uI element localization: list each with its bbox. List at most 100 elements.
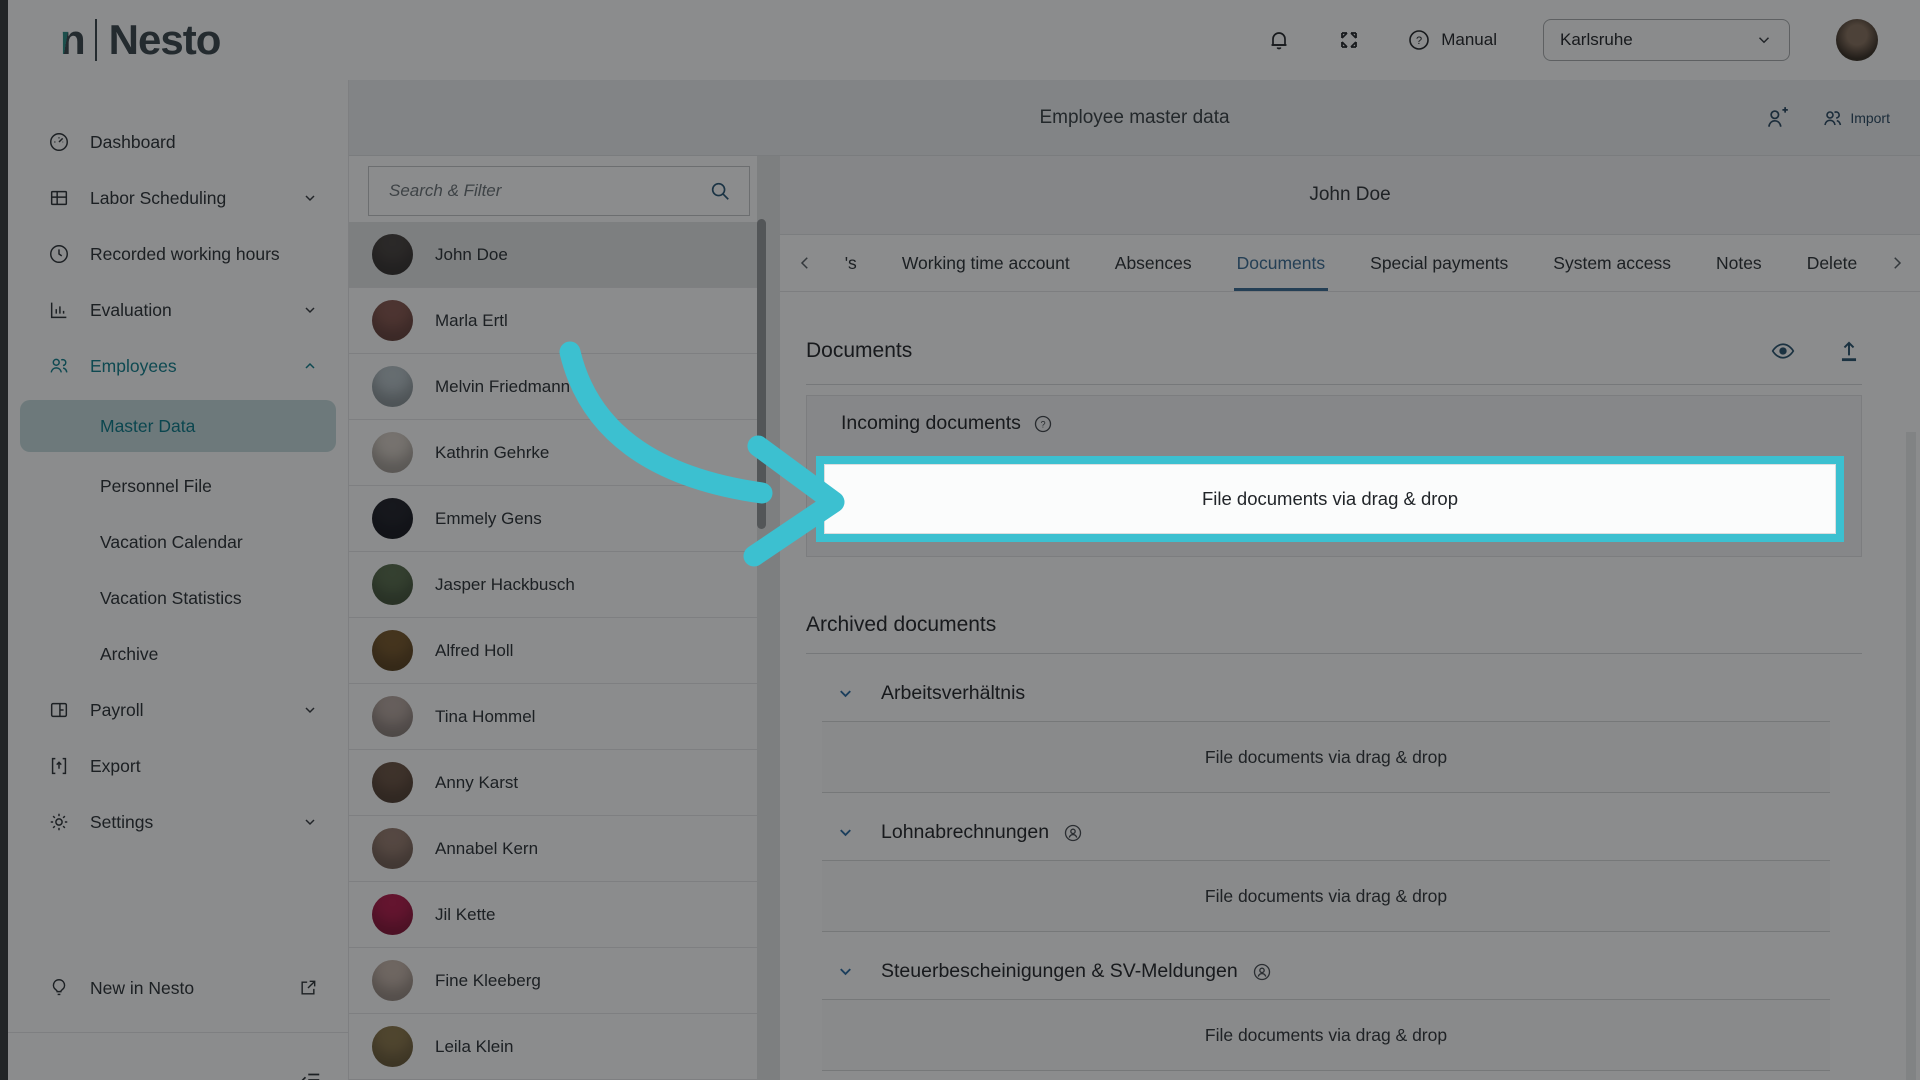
sidebar-item-new-in-nesto[interactable]: New in Nesto: [8, 966, 348, 1010]
employee-row[interactable]: Tina Hommel: [349, 684, 757, 750]
sidebar-item-master-data[interactable]: Master Data: [20, 400, 336, 452]
sidebar-item-personnel-file[interactable]: Personnel File: [8, 464, 348, 508]
tab-delete[interactable]: Delete: [1807, 235, 1858, 291]
employee-avatar: [372, 366, 413, 407]
employee-name: Fine Kleeberg: [435, 971, 541, 991]
employee-row[interactable]: John Doe: [349, 222, 757, 288]
employee-avatar: [372, 564, 413, 605]
sidebar-item-label: Payroll: [90, 700, 144, 721]
help-circle-icon[interactable]: ?: [1033, 414, 1053, 434]
chevron-down-icon[interactable]: [836, 823, 855, 842]
divider: [806, 384, 1862, 385]
employee-avatar: [372, 1026, 413, 1067]
sidebar-item-label: Evaluation: [90, 300, 172, 321]
chevron-down-icon: [302, 702, 318, 718]
clock-icon: [48, 243, 70, 265]
sidebar-subitem-label: Master Data: [100, 416, 195, 437]
tab-system-access[interactable]: System access: [1553, 235, 1671, 291]
main-scrollbar-track[interactable]: [1906, 432, 1916, 1080]
collapse-sidebar-icon[interactable]: [300, 1069, 322, 1080]
restricted-person-icon: [1063, 823, 1083, 843]
employee-name: Jasper Hackbusch: [435, 575, 575, 595]
manual-button[interactable]: ? Manual: [1407, 28, 1497, 52]
help-circle-icon: ?: [1407, 28, 1431, 52]
documents-header: Documents: [806, 338, 1862, 364]
bar-chart-icon: [48, 299, 70, 321]
employee-detail-panel: John Doe 's Working time account Absence…: [780, 156, 1920, 1080]
location-dropdown[interactable]: Karlsruhe: [1543, 19, 1790, 61]
sidebar-item-evaluation[interactable]: Evaluation: [8, 288, 348, 332]
employee-row[interactable]: Leila Klein: [349, 1014, 757, 1080]
visibility-eye-icon[interactable]: [1770, 338, 1796, 364]
employee-row[interactable]: Alfred Holl: [349, 618, 757, 684]
notifications-bell-icon[interactable]: [1267, 28, 1291, 52]
sidebar-item-settings[interactable]: Settings: [8, 800, 348, 844]
upload-icon[interactable]: [1836, 338, 1862, 364]
sidebar-item-label: Settings: [90, 812, 153, 833]
sidebar-item-vacation-statistics[interactable]: Vacation Statistics: [8, 576, 348, 620]
employee-avatar: [372, 894, 413, 935]
documents-heading: Documents: [806, 339, 912, 363]
tab-working-time-account[interactable]: Working time account: [902, 235, 1070, 291]
import-button[interactable]: Import: [1820, 106, 1890, 130]
dropzone-arbeitsverhaeltnis[interactable]: File documents via drag & drop: [822, 721, 1830, 793]
chevron-down-icon[interactable]: [836, 684, 855, 703]
employee-row[interactable]: Anny Karst: [349, 750, 757, 816]
sidebar-footer: [8, 1032, 348, 1080]
tab-truncated[interactable]: 's: [845, 235, 857, 291]
dropzone-steuerbescheinigungen[interactable]: File documents via drag & drop: [822, 999, 1830, 1071]
sidebar-item-export[interactable]: Export: [8, 744, 348, 788]
user-avatar[interactable]: [1836, 19, 1878, 61]
content-region: Employee master data Import: [349, 80, 1920, 1080]
sidebar-item-label: Recorded working hours: [90, 244, 280, 265]
employee-row[interactable]: Melvin Friedmann: [349, 354, 757, 420]
employee-row[interactable]: Kathrin Gehrke: [349, 420, 757, 486]
employee-detail-title-bar: John Doe: [780, 156, 1920, 235]
employee-avatar: [372, 696, 413, 737]
chevron-down-icon[interactable]: [836, 962, 855, 981]
employee-row[interactable]: Fine Kleeberg: [349, 948, 757, 1014]
employee-list-scrollbar[interactable]: [757, 219, 766, 529]
sidebar-item-archive[interactable]: Archive: [8, 632, 348, 676]
tab-notes[interactable]: Notes: [1716, 235, 1762, 291]
page-title-bar: Employee master data Import: [349, 80, 1920, 156]
employees-people-icon: [48, 355, 70, 377]
archived-documents-heading: Archived documents: [806, 613, 1862, 637]
logo-text: Nesto: [109, 16, 221, 64]
topbar-actions: ? Manual Karlsruhe: [1267, 19, 1878, 61]
employee-row[interactable]: Jasper Hackbusch: [349, 552, 757, 618]
fullscreen-icon[interactable]: [1337, 28, 1361, 52]
sidebar-item-vacation-calendar[interactable]: Vacation Calendar: [8, 520, 348, 564]
sidebar-item-dashboard[interactable]: Dashboard: [8, 120, 348, 164]
employee-row[interactable]: Marla Ertl: [349, 288, 757, 354]
sidebar-item-labor-scheduling[interactable]: Labor Scheduling: [8, 176, 348, 220]
employee-row[interactable]: Annabel Kern: [349, 816, 757, 882]
incoming-dropzone-label[interactable]: File documents via drag & drop: [824, 464, 1836, 534]
search-filter-box[interactable]: [368, 166, 750, 216]
search-icon[interactable]: [709, 180, 731, 202]
import-label: Import: [1850, 110, 1890, 126]
dropzone-lohnabrechnungen[interactable]: File documents via drag & drop: [822, 860, 1830, 932]
sidebar-item-employees[interactable]: Employees: [8, 344, 348, 388]
tab-documents[interactable]: Documents: [1237, 235, 1326, 291]
nesto-logo: n Nesto: [60, 16, 220, 64]
svg-text:?: ?: [1040, 419, 1045, 429]
search-input[interactable]: [387, 180, 709, 202]
highlighted-dropzone[interactable]: File documents via drag & drop: [816, 456, 1844, 542]
tab-absences[interactable]: Absences: [1115, 235, 1192, 291]
tabs-scroll-left-icon[interactable]: [796, 254, 814, 272]
add-employee-icon[interactable]: [1764, 105, 1790, 131]
chevron-up-icon: [302, 358, 318, 374]
employee-avatar: [372, 828, 413, 869]
employee-avatar: [372, 630, 413, 671]
sidebar-subitem-label: Personnel File: [100, 476, 212, 497]
tab-special-payments[interactable]: Special payments: [1370, 235, 1508, 291]
employee-name: Emmely Gens: [435, 509, 542, 529]
import-people-icon: [1820, 106, 1844, 130]
employee-row[interactable]: Jil Kette: [349, 882, 757, 948]
employee-row[interactable]: Emmely Gens: [349, 486, 757, 552]
tabs-scroll-right-icon[interactable]: [1888, 254, 1906, 272]
documents-content: Documents: [780, 292, 1920, 1080]
sidebar-item-payroll[interactable]: Payroll: [8, 688, 348, 732]
sidebar-item-recorded-working-hours[interactable]: Recorded working hours: [8, 232, 348, 276]
